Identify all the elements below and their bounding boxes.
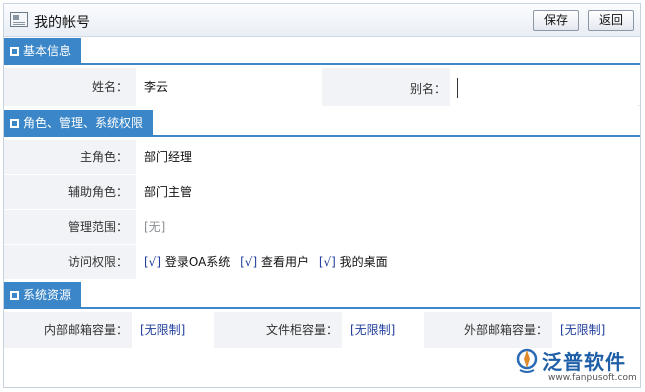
back-button[interactable]: 返回 [588, 10, 635, 31]
section-resources: 系统资源 [4, 282, 640, 309]
section-title: 角色、管理、系统权限 [23, 116, 144, 130]
main-role-label: 主角色： [4, 140, 136, 174]
row-main-role: 主角色： 部门经理 [4, 140, 640, 174]
account-panel: 我的帐号 保存 返回 基本信息 姓名： 李云 别名： 角色、管理、系统权限 主角… [3, 3, 641, 388]
title-bar: 我的帐号 保存 返回 [4, 4, 640, 37]
aux-role-label: 辅助角色： [4, 175, 136, 209]
file-cabinet-value: [无限制] [342, 312, 424, 348]
logo-url: www.fanpusoft.com [548, 373, 637, 383]
page-title: 我的帐号 [34, 15, 90, 31]
internal-mail-value: [无限制] [132, 312, 214, 348]
row-aux-role: 辅助角色： 部门主管 [4, 175, 640, 209]
name-label: 姓名： [4, 68, 136, 106]
document-icon [10, 12, 28, 27]
scope-value: [无] [136, 210, 640, 244]
scope-label: 管理范围： [4, 210, 136, 244]
collapse-icon [10, 47, 19, 56]
brand-logo: 泛普软件 www.fanpusoft.com [516, 346, 640, 386]
aux-role-value: 部门主管 [136, 175, 640, 209]
row-name: 姓名： 李云 别名： [4, 68, 640, 106]
permission-item: [√] 我的桌面 [318, 255, 388, 269]
alias-label: 别名： [322, 68, 450, 106]
permission-item: [√] 查看用户 [240, 255, 309, 269]
section-tab-basic-info: 基本信息 [4, 38, 82, 65]
access-label: 访问权限： [4, 245, 136, 279]
section-roles: 角色、管理、系统权限 [4, 110, 640, 137]
name-value: 李云 [136, 68, 322, 106]
collapse-icon [10, 291, 19, 300]
section-title: 系统资源 [23, 288, 72, 302]
save-button[interactable]: 保存 [533, 10, 580, 31]
row-scope: 管理范围： [无] [4, 210, 640, 244]
file-cabinet-label: 文件柜容量： [214, 312, 342, 348]
external-mail-value: [无限制] [552, 312, 640, 348]
row-access: 访问权限： [√] 登录OA系统 [√] 查看用户 [√] 我的桌面 [4, 245, 640, 279]
section-tab-resources: 系统资源 [4, 282, 82, 309]
section-tab-roles: 角色、管理、系统权限 [4, 110, 154, 137]
collapse-icon [10, 119, 19, 128]
permission-item: [√] 登录OA系统 [144, 255, 231, 269]
row-resources: 内部邮箱容量： [无限制] 文件柜容量： [无限制] 外部邮箱容量： [无限制] [4, 312, 640, 348]
section-basic-info: 基本信息 [4, 38, 640, 65]
alias-input[interactable] [457, 78, 635, 98]
internal-mail-label: 内部邮箱容量： [4, 312, 132, 348]
main-role-value: 部门经理 [136, 140, 640, 174]
logo-text: 泛普软件 [542, 350, 626, 374]
external-mail-label: 外部邮箱容量： [424, 312, 552, 348]
logo-mark-icon [516, 348, 538, 373]
section-title: 基本信息 [23, 44, 72, 58]
permission-list: [√] 登录OA系统 [√] 查看用户 [√] 我的桌面 [136, 245, 640, 279]
